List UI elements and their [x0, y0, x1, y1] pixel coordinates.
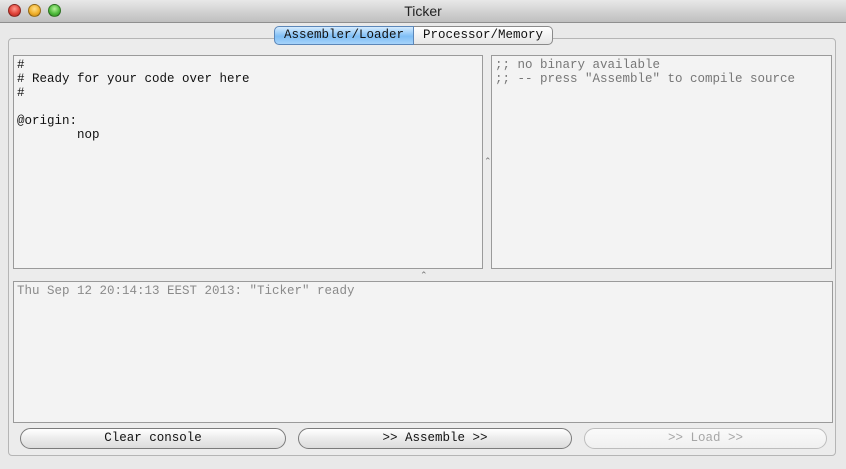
source-editor[interactable]: # # Ready for your code over here # @ori…: [13, 55, 483, 269]
console-pane[interactable]: Thu Sep 12 20:14:13 EEST 2013: "Ticker" …: [13, 281, 833, 423]
tab-assembler-loader[interactable]: Assembler/Loader: [274, 26, 415, 45]
clear-console-button[interactable]: Clear console: [20, 428, 286, 449]
title-bar: Ticker: [0, 0, 846, 23]
console-output-text: Thu Sep 12 20:14:13 EEST 2013: "Ticker" …: [17, 284, 355, 298]
binary-output-text: ;; no binary available ;; -- press "Asse…: [495, 58, 796, 86]
source-code-text[interactable]: # # Ready for your code over here # @ori…: [14, 56, 482, 144]
horizontal-split-handle[interactable]: ⌃: [420, 271, 428, 280]
tab-processor-memory[interactable]: Processor/Memory: [414, 26, 554, 45]
binary-output-pane[interactable]: ;; no binary available ;; -- press "Asse…: [491, 55, 832, 269]
load-button[interactable]: >> Load >>: [584, 428, 827, 449]
window-title: Ticker: [404, 3, 442, 19]
assemble-button[interactable]: >> Assemble >>: [298, 428, 572, 449]
tab-bar: Assembler/Loader Processor/Memory: [274, 26, 554, 45]
